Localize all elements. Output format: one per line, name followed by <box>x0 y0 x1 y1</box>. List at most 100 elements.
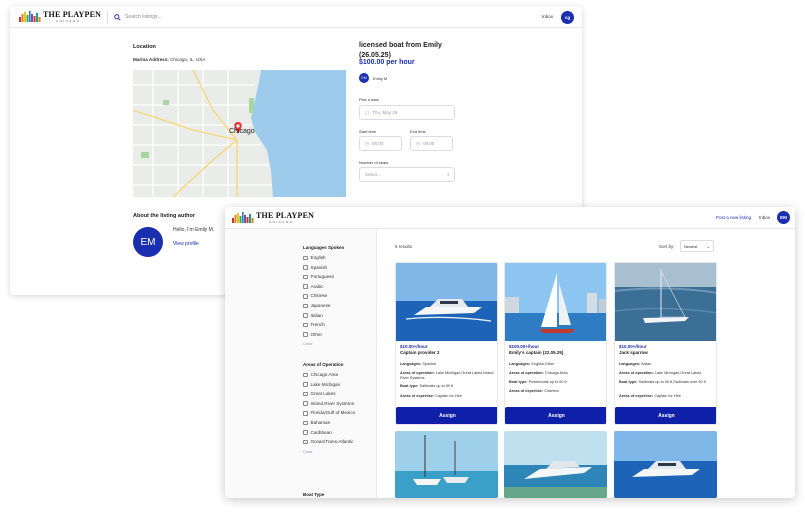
card-boat-type: Boat type: Sailboats up to 50 ft <box>400 384 454 388</box>
user-avatar[interactable]: EM <box>777 211 790 224</box>
checkbox[interactable] <box>303 294 308 299</box>
map-city-label: Chicago <box>229 128 255 135</box>
inbox-link[interactable]: Inbox <box>542 14 553 19</box>
inbox-link[interactable]: Inbox <box>759 215 770 220</box>
checkbox[interactable] <box>303 401 308 406</box>
filter-option[interactable]: Great Lakes <box>303 391 373 397</box>
brand-logo[interactable]: THE PLAYPEN CHICAGO <box>18 10 102 24</box>
clock-icon: ◷ <box>416 140 420 146</box>
card-expertise: Areas of expertise: Captain for Hire <box>400 394 462 398</box>
seats-placeholder: Select... <box>365 172 382 177</box>
divider <box>107 10 108 24</box>
boat-type-filter: Boat Type <box>303 492 373 498</box>
filter-option[interactable]: Chinese <box>303 293 373 299</box>
seats-select[interactable]: Select... ⇕ <box>359 167 455 182</box>
filter-option[interactable]: Arabic <box>303 284 373 290</box>
checkbox[interactable] <box>303 430 308 435</box>
checkbox[interactable] <box>303 274 308 280</box>
checkbox[interactable] <box>303 332 308 337</box>
card-areas: Areas of operation: Chicago Area <box>509 371 568 375</box>
captain-card[interactable]: $10.00+/hour Captain provider 2 Language… <box>395 262 498 425</box>
sort-value: Newest <box>684 243 698 249</box>
filter-option[interactable]: Ocean/Trans-Atlantic <box>303 439 373 445</box>
filter-option[interactable]: Bahamas <box>303 420 373 426</box>
map-graphic: Chicago <box>133 70 346 197</box>
captain-card-photo[interactable] <box>395 431 498 498</box>
captain-card[interactable]: $10.00+/hour Jack sparrow Languages: Ita… <box>614 262 717 425</box>
filter-option[interactable]: Caribbean <box>303 430 373 436</box>
start-time-label: Start time <box>359 129 377 134</box>
areas-filter-title: Areas of Operation <box>303 362 344 367</box>
filter-option[interactable]: Lake Michigan <box>303 382 373 388</box>
search-input[interactable]: Search listings... <box>125 14 162 20</box>
checkbox[interactable] <box>303 265 308 270</box>
checkbox[interactable] <box>303 391 308 397</box>
card-price: $10.00+/hour <box>619 344 647 349</box>
author-avatar: EM <box>133 227 163 257</box>
sailboat-photo <box>615 263 716 341</box>
captain-card-photo[interactable] <box>504 431 607 498</box>
brand-subtitle: CHICAGO <box>56 19 81 23</box>
about-author-heading: About the listing author <box>133 213 196 219</box>
filter-option[interactable]: French <box>303 322 373 328</box>
captain-card-photo[interactable] <box>614 431 717 498</box>
assign-button[interactable]: Assign <box>615 407 716 424</box>
checkbox[interactable] <box>303 303 308 309</box>
checkbox[interactable] <box>303 382 308 387</box>
filter-option[interactable]: Japanese <box>303 303 373 309</box>
post-listing-link[interactable]: Post a new listing <box>716 215 751 220</box>
calendar-icon: ▢ <box>365 109 370 115</box>
search-bar[interactable]: Search listings... <box>114 12 162 22</box>
languages-filter: Languages Spoken English Spanish Portugu… <box>303 245 373 346</box>
filter-option[interactable]: Portuguese <box>303 274 373 280</box>
view-profile-link[interactable]: View profile <box>173 241 199 247</box>
card-languages: Languages: English,Other <box>509 362 555 366</box>
end-time-input[interactable]: ◷ 08:00 <box>410 136 453 151</box>
filter-option[interactable]: Italian <box>303 313 373 319</box>
clear-languages-button[interactable]: Clear <box>303 341 373 346</box>
filter-option[interactable]: Other <box>303 332 373 338</box>
marina-address-label: Marina Address: <box>133 57 169 62</box>
harbor-photo <box>395 431 498 498</box>
listing-price: $100.00 per hour <box>359 59 415 66</box>
areas-filter: Areas of Operation Chicago Area Lake Mic… <box>303 362 373 454</box>
checkbox[interactable] <box>303 284 308 289</box>
card-expertise: Areas of expertise: Charters <box>509 389 559 393</box>
checkbox[interactable] <box>303 411 308 416</box>
user-avatar[interactable]: cg <box>561 11 574 24</box>
assign-button[interactable]: Assign <box>505 407 606 424</box>
card-name: Emily's captain (22.05.25) <box>509 350 564 355</box>
clear-areas-button[interactable]: Clear <box>303 449 373 454</box>
checkbox[interactable] <box>303 420 308 426</box>
date-picker[interactable]: ▢ Thu, May 29 <box>359 105 455 120</box>
filter-option[interactable]: Chicago Area <box>303 372 373 378</box>
end-time-value: 08:00 <box>422 141 435 146</box>
brand-name: THE PLAYPEN <box>43 10 102 19</box>
checkbox[interactable] <box>303 322 308 328</box>
filter-option[interactable]: English <box>303 255 373 261</box>
date-value: Thu, May 29 <box>372 110 398 115</box>
brand-subtitle: CHICAGO <box>269 220 294 224</box>
checkbox[interactable] <box>303 372 308 378</box>
listing-title: licensed boat from Emily (26.05.25) <box>359 42 442 59</box>
sort-select[interactable]: Newest ⌄ <box>680 240 714 252</box>
start-time-input[interactable]: ◷ 08:00 <box>359 136 402 151</box>
chevron-updown-icon: ⇕ <box>446 172 450 177</box>
checkbox[interactable] <box>303 439 308 445</box>
boat-type-filter-title: Boat Type <box>303 492 325 497</box>
card-languages: Languages: Spanish <box>400 362 437 366</box>
filter-option[interactable]: Spanish <box>303 265 373 271</box>
card-languages: Languages: Italian <box>619 362 652 366</box>
seats-label: Number of seats <box>359 160 389 165</box>
checkbox[interactable] <box>303 313 308 318</box>
brand-logo[interactable]: THE PLAYPEN CHICAGO <box>231 211 314 225</box>
filter-option[interactable]: Inland River Systems <box>303 401 373 407</box>
skyline-logo-icon <box>232 212 254 223</box>
assign-button[interactable]: Assign <box>396 407 497 424</box>
checkbox[interactable] <box>303 255 308 261</box>
filter-option[interactable]: Florida/Gulf of Mexico <box>303 410 373 416</box>
captain-card[interactable]: $100.00+/hour Emily's captain (22.05.25)… <box>504 262 607 425</box>
location-map[interactable]: Chicago <box>133 70 346 197</box>
yacht-photo <box>504 431 607 498</box>
top-navigation: THE PLAYPEN CHICAGO Search listings... I… <box>10 6 582 28</box>
